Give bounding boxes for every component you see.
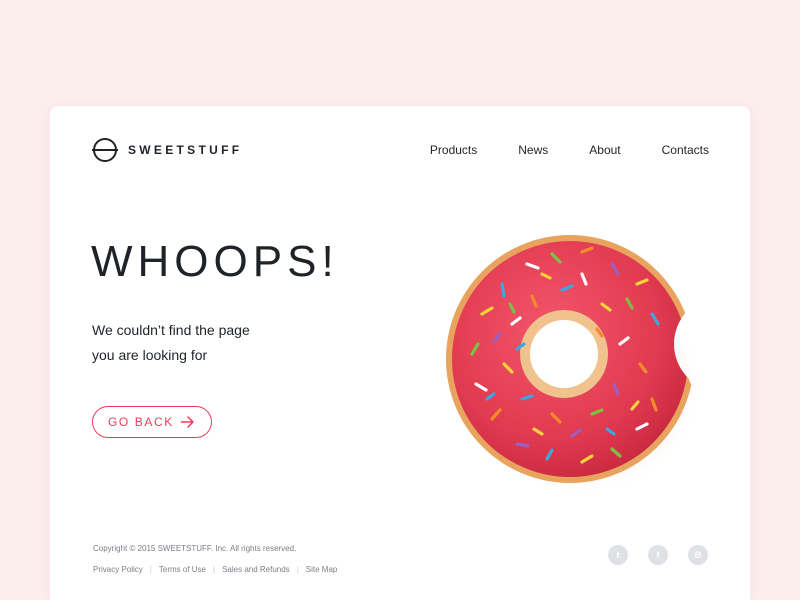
error-message: We couldn’t find the page you are lookin…: [92, 318, 250, 368]
facebook-icon[interactable]: f: [648, 545, 668, 565]
go-back-label: GO BACK: [108, 415, 174, 429]
footer-separator: |: [213, 565, 216, 574]
brand-logo[interactable]: SWEETSTUFF: [92, 137, 242, 163]
footer-link-privacy-policy[interactable]: Privacy Policy: [93, 565, 143, 574]
behance-icon[interactable]: B: [688, 545, 708, 565]
social-links: t f B: [608, 545, 708, 565]
footer-links: Privacy Policy | Terms of Use | Sales an…: [93, 565, 337, 574]
nav-item-about[interactable]: About: [589, 143, 620, 157]
footer-separator: |: [296, 565, 299, 574]
nav-item-contacts[interactable]: Contacts: [662, 143, 709, 157]
footer-link-terms-of-use[interactable]: Terms of Use: [159, 565, 206, 574]
logo-icon: [92, 138, 118, 162]
footer-link-site-map[interactable]: Site Map: [306, 565, 338, 574]
twitter-icon[interactable]: t: [608, 545, 628, 565]
go-back-button[interactable]: GO BACK: [92, 406, 212, 438]
arrow-right-icon: [181, 416, 194, 428]
error-headline: WHOOPS!: [91, 237, 339, 286]
brand-name: SWEETSTUFF: [128, 143, 243, 157]
footer-separator: |: [149, 565, 152, 574]
main-nav: Products News About Contacts: [430, 143, 709, 157]
copyright-text: Copyright © 2015 SWEETSTUFF. Inc. All ri…: [93, 544, 297, 553]
bitten-donut-image: [446, 235, 704, 494]
page-card: SWEETSTUFF Products News About Contacts …: [50, 106, 750, 600]
footer-link-sales-and-refunds[interactable]: Sales and Refunds: [222, 565, 290, 574]
error-message-line-2: you are looking for: [92, 347, 208, 363]
nav-item-products[interactable]: Products: [430, 143, 477, 157]
nav-item-news[interactable]: News: [518, 143, 548, 157]
error-message-line-1: We couldn’t find the page: [92, 322, 250, 338]
